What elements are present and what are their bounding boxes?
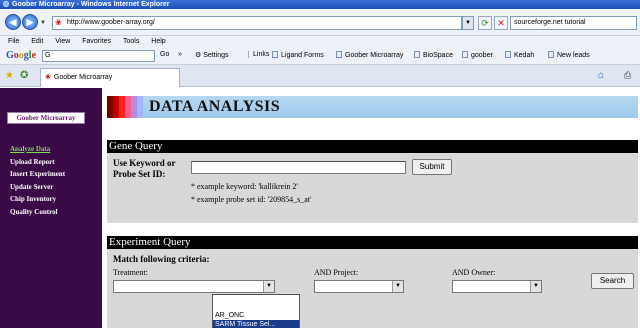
experiment-query-section: Experiment Query Match following criteri… (107, 236, 638, 328)
refresh-icon: ⟳ (481, 18, 489, 28)
link-kedah[interactable]: Kedah (505, 51, 534, 59)
page-icon (548, 51, 554, 58)
sidebar-item-quality-control[interactable]: Quality Control (10, 206, 65, 219)
page-icon (272, 51, 278, 58)
menu-favorites[interactable]: Favorites (82, 36, 111, 47)
keyword-label: Use Keyword or Probe Set ID: (113, 158, 176, 179)
sidebar-item-analyze-data[interactable]: Analyze Data (10, 143, 65, 156)
experiment-query-header: Experiment Query (107, 236, 638, 249)
address-toolbar: ◀ ▶ ▼ ❀ http://www.goober-array.org/ ▼ ⟳… (0, 9, 640, 36)
menu-tools[interactable]: Tools (123, 36, 139, 47)
chevron-down-icon: ▼ (263, 281, 274, 292)
search-input[interactable]: sourceforge.net tutorial (510, 16, 637, 30)
add-favorite-icon[interactable]: ✪ (20, 70, 28, 81)
menu-view[interactable]: View (55, 36, 70, 47)
favorites-star-icon[interactable]: ★ (5, 70, 14, 81)
site-favicon-icon: ❀ (55, 18, 62, 27)
sidebar-item-upload-report[interactable]: Upload Report (10, 156, 65, 169)
chevron-down-icon: ▼ (530, 281, 541, 292)
owner-label: AND Owner: (452, 268, 496, 277)
example-probe: * example probe set id: '209854_s_at' (191, 195, 312, 204)
window-title-bar: Goober Microarray - Windows Internet Exp… (0, 0, 640, 9)
page-icon (505, 51, 511, 58)
link-label: Kedah (514, 52, 535, 59)
link-goober[interactable]: goober (462, 51, 493, 59)
links-label: Links (248, 51, 269, 58)
address-bar[interactable]: ❀ http://www.goober-array.org/ (52, 16, 462, 30)
menu-help[interactable]: Help (151, 36, 165, 47)
site-favicon-icon: ❀ (45, 74, 51, 81)
google-go-button[interactable]: Go (160, 51, 169, 58)
tab-goober-microarray[interactable]: ❀ Goober Microarray (40, 68, 180, 87)
forward-button[interactable]: ▶ (22, 14, 38, 30)
arrow-right-icon: ▶ (26, 17, 34, 27)
link-goober-microarray[interactable]: Goober Microarray (336, 51, 403, 59)
gene-query-section: Gene Query Use Keyword or Probe Set ID: … (107, 140, 638, 223)
page-title: DATA ANALYSIS (149, 98, 281, 115)
dropdown-blank-option[interactable] (213, 295, 299, 311)
tab-bar: ★ ✪ ❀ Goober Microarray ⌂ ⎙ (0, 65, 640, 87)
link-label: Ligand Forms (281, 52, 324, 59)
google-search-input[interactable]: G (42, 50, 155, 62)
menu-bar: File Edit View Favorites Tools Help (0, 36, 640, 47)
back-button[interactable]: ◀ (5, 14, 21, 30)
chevron-down-icon: ▼ (392, 281, 403, 292)
google-toolbar: Google G Go » ⚙ Settings Links Ligand Fo… (0, 47, 640, 65)
owner-select[interactable]: ▼ (452, 280, 542, 293)
page-banner: DATA ANALYSIS (107, 96, 638, 118)
settings-button[interactable]: ⚙ Settings (195, 51, 229, 59)
arrow-left-icon: ◀ (9, 17, 17, 27)
gear-icon: ⚙ (195, 52, 202, 59)
link-biospace[interactable]: BioSpace (414, 51, 453, 59)
treatment-label: Treatment: (113, 268, 148, 277)
keyword-input[interactable] (191, 161, 406, 174)
google-more-button[interactable]: » (178, 51, 182, 58)
address-dropdown-button[interactable]: ▼ (462, 16, 474, 30)
link-ligand-forms[interactable]: Ligand Forms (272, 51, 324, 59)
main-content: DATA ANALYSIS Gene Query Use Keyword or … (102, 88, 640, 328)
ie-icon (3, 1, 9, 7)
recent-pages-dropdown[interactable]: ▼ (40, 20, 46, 26)
refresh-button[interactable]: ⟳ (478, 16, 492, 30)
sidebar-item-insert-experiment[interactable]: Insert Experiment (10, 168, 65, 181)
criteria-label: Match following criteria: (113, 254, 210, 264)
window-title: Goober Microarray - Windows Internet Exp… (12, 1, 170, 8)
home-icon[interactable]: ⌂ (598, 70, 604, 81)
banner-stripes (107, 96, 143, 118)
project-label: AND Project: (314, 268, 359, 277)
example-keyword: * example keyword: 'kallikrein 2' (191, 182, 298, 191)
dropdown-option-ar-onc[interactable]: AR_ONC (213, 311, 299, 320)
link-label: goober (471, 52, 493, 59)
page-icon (462, 51, 468, 58)
biospace-icon (414, 51, 420, 58)
menu-file[interactable]: File (8, 36, 19, 47)
link-label: Goober Microarray (345, 52, 404, 59)
link-new-leads[interactable]: New leads (548, 51, 590, 59)
menu-edit[interactable]: Edit (31, 36, 43, 47)
sidebar-item-chip-inventory[interactable]: Chip Inventory (10, 193, 65, 206)
stop-button[interactable]: ✕ (494, 16, 508, 30)
project-select[interactable]: ▼ (314, 280, 404, 293)
gene-query-header: Gene Query (107, 140, 638, 153)
tab-title: Goober Microarray (53, 74, 113, 81)
page-icon (336, 51, 342, 58)
link-label: New leads (557, 52, 590, 59)
google-logo: Google (6, 50, 37, 61)
print-icon[interactable]: ⎙ (624, 70, 631, 81)
close-icon: ✕ (497, 18, 505, 28)
settings-label: Settings (203, 52, 229, 59)
link-label: BioSpace (423, 52, 453, 59)
project-dropdown-list: AR_ONC SARM Tissue Sel... (212, 294, 300, 328)
address-url: http://www.goober-array.org/ (67, 19, 155, 26)
search-button[interactable]: Search (591, 273, 634, 289)
site-logo[interactable]: Goober Microarray (7, 112, 85, 124)
submit-button[interactable]: Submit (412, 159, 452, 175)
dropdown-option-sarm[interactable]: SARM Tissue Sel... (213, 320, 299, 328)
sidebar-item-update-server[interactable]: Update Server (10, 181, 65, 194)
sidebar: Goober Microarray Analyze Data Upload Re… (0, 88, 102, 328)
treatment-select[interactable]: ▼ (113, 280, 275, 293)
sidebar-nav: Analyze Data Upload Report Insert Experi… (10, 143, 65, 218)
